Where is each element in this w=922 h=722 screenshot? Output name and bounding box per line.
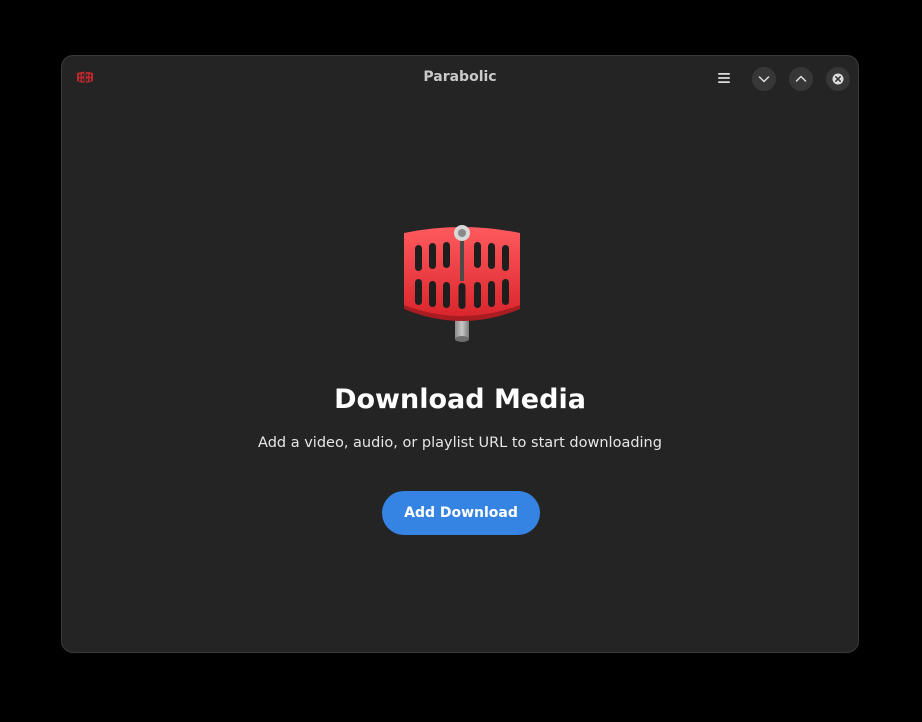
page-title: Download Media — [334, 384, 586, 415]
parabolic-dish-icon — [399, 223, 525, 345]
page-description: Add a video, audio, or playlist URL to s… — [258, 435, 662, 451]
app-window: Parabolic Download Media Add a video, au… — [61, 55, 859, 653]
status-page: Download Media Add a video, audio, or pl… — [62, 56, 858, 652]
add-download-button[interactable]: Add Download — [382, 491, 540, 535]
